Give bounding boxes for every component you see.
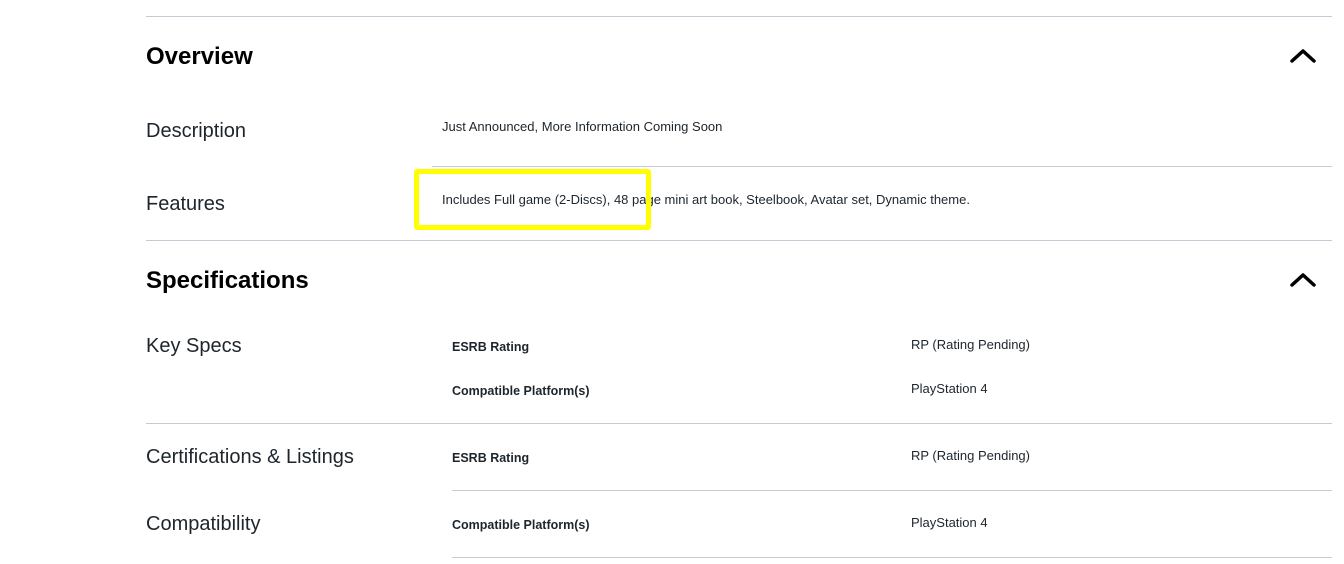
compatibility-label: Compatibility bbox=[146, 513, 261, 535]
spec-value: RP (Rating Pending) bbox=[911, 337, 1030, 352]
chevron-up-icon[interactable] bbox=[1288, 46, 1318, 66]
spec-name: Compatible Platform(s) bbox=[452, 518, 590, 532]
features-label: Features bbox=[146, 193, 225, 215]
spec-name: Compatible Platform(s) bbox=[452, 384, 590, 398]
top-divider bbox=[146, 16, 1332, 17]
spec-value: PlayStation 4 bbox=[911, 381, 988, 396]
specifications-heading[interactable]: Specifications bbox=[146, 266, 309, 296]
description-text: Just Announced, More Information Coming … bbox=[442, 119, 723, 134]
group-divider bbox=[146, 423, 1332, 424]
spec-value: RP (Rating Pending) bbox=[911, 448, 1030, 463]
section-divider bbox=[146, 240, 1332, 241]
spec-name: ESRB Rating bbox=[452, 340, 530, 354]
chevron-up-icon[interactable] bbox=[1288, 270, 1318, 290]
key-specs-label: Key Specs bbox=[146, 335, 242, 357]
certifications-label: Certifications & Listings bbox=[146, 446, 354, 468]
product-details-panel: Overview Description Just Announced, Mor… bbox=[0, 0, 1344, 564]
spec-name: ESRB Rating bbox=[452, 451, 530, 465]
overview-heading[interactable]: Overview bbox=[146, 42, 253, 72]
group-divider bbox=[452, 557, 1332, 558]
group-divider bbox=[452, 490, 1332, 491]
spec-value: PlayStation 4 bbox=[911, 515, 988, 530]
features-text: Includes Full game (2-Discs), 48 page mi… bbox=[442, 192, 970, 207]
overview-row-divider bbox=[432, 166, 1332, 167]
description-label: Description bbox=[146, 120, 247, 142]
